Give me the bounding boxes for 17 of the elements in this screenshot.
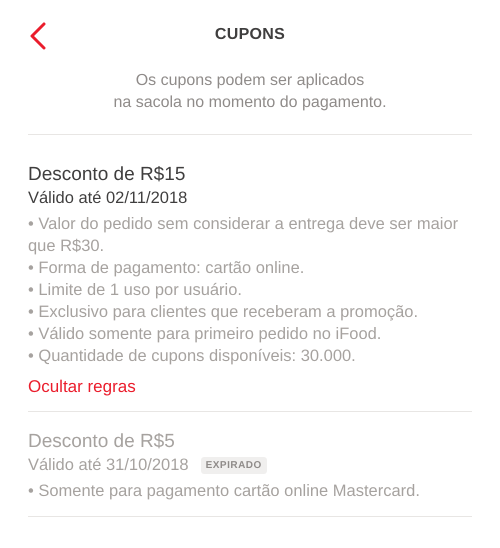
intro-text: Os cupons podem ser aplicados [136,71,364,91]
rule-text: • Somente para pagamento cartão online Mastercard. [28,481,421,502]
rule-text: • Quantidade de cupons disponíveis: 30.000. [28,346,357,367]
rule-text: • Exclusivo para clientes que receberam a promoção. [28,302,420,323]
coupon-title: Desconto de R$15 [28,163,186,187]
coupon-title: Desconto de R$5 [28,430,176,454]
rule-text: • Válido somente para primeiro pedido no iFood. [28,324,382,345]
rule-text: • Forma de pagamento: cartão online. [28,258,306,279]
validity-date: Válido até 31/10/2018 [28,455,189,476]
page-title: CUPONS [214,26,286,44]
validity-date: Válido até 02/11/2018 [28,188,188,209]
back-button[interactable] [28,22,48,50]
rule-text: • Limite de 1 uso por usuário. [28,280,243,301]
rule-text: • Valor do pedido sem considerar a entrega deve ser maior que R$30. [28,214,460,257]
intro-text: na sacola no momento do pagamento. [113,93,387,113]
hide-rules-link[interactable]: Ocultar regras [28,377,136,397]
expired-badge: EXPIRADO [200,456,267,474]
